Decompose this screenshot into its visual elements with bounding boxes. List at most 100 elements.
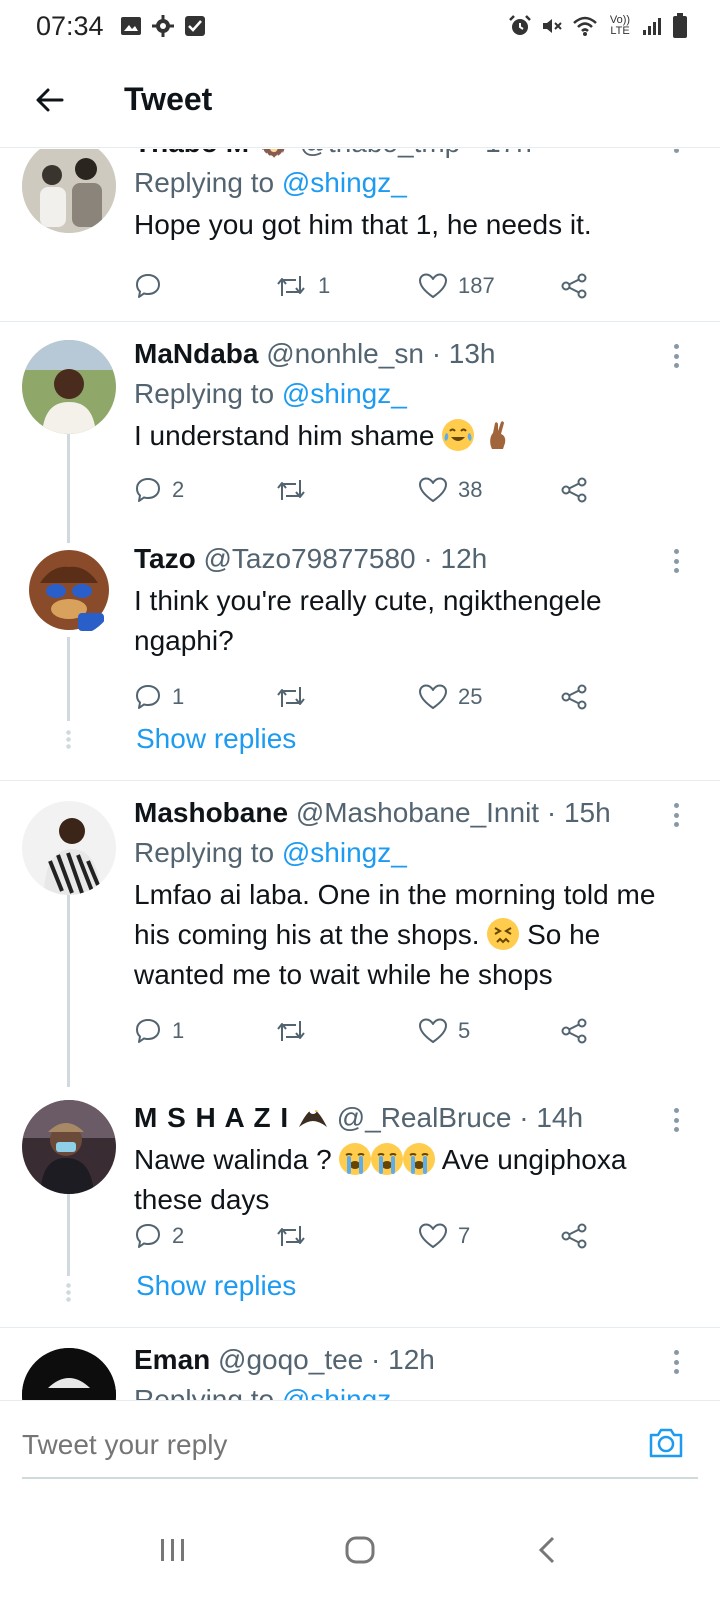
like-button[interactable]: 187 [418,266,495,306]
back-nav-button[interactable] [517,1520,577,1580]
heart-icon [419,1223,447,1248]
more-options-button[interactable] [672,549,680,573]
tweet-author-name[interactable]: M S H A Z I [134,1102,289,1133]
tweet-author-name[interactable]: Mashobane [134,797,288,828]
share-button[interactable] [560,1011,588,1051]
tweet-handle[interactable]: @Mashobane_Innit [296,797,539,828]
tweet-time: · 17h [468,149,532,158]
recent-apps-icon [161,1539,185,1561]
comment-icon [136,1019,160,1043]
home-button[interactable] [330,1520,390,1580]
reply-count: 1 [172,684,185,709]
like-button[interactable]: 25 [418,677,482,717]
tweet-header: M S H A Z I @_RealBruce · 14h [134,1100,680,1136]
replying-to-label: Replying to [134,167,282,198]
replies-feed[interactable]: Thabo M 🦁 @thabo_tmp · 17h Replying to @… [0,149,720,1427]
mention-link[interactable]: @shingz_ [282,167,407,198]
tweet-text: I think you're really cute, ngikthengele… [134,585,602,656]
share-button[interactable] [560,470,588,510]
tweet-item[interactable]: MaNdaba @nonhle_sn · 13h Replying to @sh… [0,322,720,560]
tweet-author-name[interactable]: Thabo M 🦁 [134,149,292,158]
thread-line [67,891,70,1087]
reply-button[interactable] [134,266,172,306]
tweet-handle[interactable]: @thabo_tmp [300,149,461,158]
more-options-button[interactable] [672,149,680,153]
crossed-fingers-emoji-icon [482,419,514,451]
eagle-emoji-icon [297,1101,329,1133]
recent-apps-button[interactable] [143,1520,203,1580]
status-bar: 07:34 Vo)) LTE [0,0,720,52]
like-button[interactable]: 38 [418,470,482,510]
tweet-handle[interactable]: @nonhle_sn [266,338,424,369]
camera-button[interactable] [646,1423,686,1463]
alarm-icon [508,14,532,38]
more-options-button[interactable] [672,1350,680,1374]
retweet-button[interactable] [274,677,318,717]
arrow-left-icon [36,88,64,111]
mention-link[interactable]: @shingz_ [282,837,407,868]
reply-button[interactable]: 1 [134,677,184,717]
reply-button[interactable]: 1 [134,1011,184,1051]
retweet-button[interactable] [274,470,318,510]
reply-composer [0,1400,720,1500]
share-button[interactable] [560,677,588,717]
like-button[interactable]: 7 [418,1216,470,1256]
like-count: 187 [458,273,495,298]
avatar[interactable] [22,1100,116,1194]
comment-icon [136,274,160,298]
checkbox-notification-icon [184,15,206,37]
heart-icon [419,684,447,709]
tweet-text: Lmfao ai laba. One in the morning told m… [134,875,680,995]
heart-icon [419,477,447,502]
tweet-reply-input[interactable] [22,1425,582,1465]
more-options-button[interactable] [672,1108,680,1132]
network-type-label: Vo)) LTE [609,14,631,37]
tweet-handle[interactable]: @goqo_tee [218,1344,363,1375]
tweet-author-name[interactable]: MaNdaba [134,338,258,369]
retweet-button[interactable]: 1 [274,266,330,306]
like-button[interactable]: 5 [418,1011,470,1051]
like-count: 5 [458,1018,471,1043]
tweet-actions: 1 187 [134,266,604,306]
share-button[interactable] [560,1216,588,1256]
system-nav-bar [0,1500,720,1600]
avatar[interactable] [22,543,116,637]
thread-line [67,1192,70,1276]
retweet-icon [277,480,305,500]
tweet-item[interactable]: M S H A Z I @_RealBruce · 14h Nawe walin… [0,1086,720,1329]
show-replies-link[interactable]: Show replies [136,723,296,755]
tweet-header: Eman @goqo_tee · 12h [134,1342,680,1378]
avatar[interactable] [22,340,116,434]
more-options-button[interactable] [672,803,680,827]
back-button[interactable] [24,74,76,126]
tweet-handle[interactable]: @Tazo79877580 [203,543,415,574]
retweet-button[interactable] [274,1011,318,1051]
more-options-button[interactable] [672,344,680,368]
tweet-item[interactable]: Thabo M 🦁 @thabo_tmp · 17h Replying to @… [0,149,720,322]
share-button[interactable] [560,266,588,306]
reply-button[interactable]: 2 [134,1216,184,1256]
tweet-time: · 15h [546,797,611,828]
tweet-time: · 13h [431,338,496,369]
loudly-crying-face-emoji-icon [371,1143,404,1175]
share-icon [561,1223,587,1249]
retweet-button[interactable] [274,1216,318,1256]
tweet-actions: 2 7 [134,1216,604,1256]
share-icon [561,477,587,503]
reply-count: 2 [172,1223,185,1248]
like-count: 38 [458,477,483,502]
avatar[interactable] [22,149,116,233]
settings-gear-icon [151,15,174,37]
tweet-author-name[interactable]: Tazo [134,543,196,574]
show-replies-link[interactable]: Show replies [136,1270,296,1302]
retweet-icon [277,276,305,296]
mention-link[interactable]: @shingz_ [282,378,407,409]
loudly-crying-face-emoji-icon [339,1143,372,1175]
tweet-item[interactable]: Tazo @Tazo79877580 · 12h I think you're … [0,527,720,780]
tweet-author-name[interactable]: Eman [134,1344,210,1375]
avatar[interactable] [22,801,116,895]
tweet-text: Nawe walinda ? Ave ungiphoxa these days [134,1140,680,1220]
tweet-handle[interactable]: @_RealBruce [337,1102,512,1133]
page-title: Tweet [124,81,213,117]
reply-button[interactable]: 2 [134,470,184,510]
